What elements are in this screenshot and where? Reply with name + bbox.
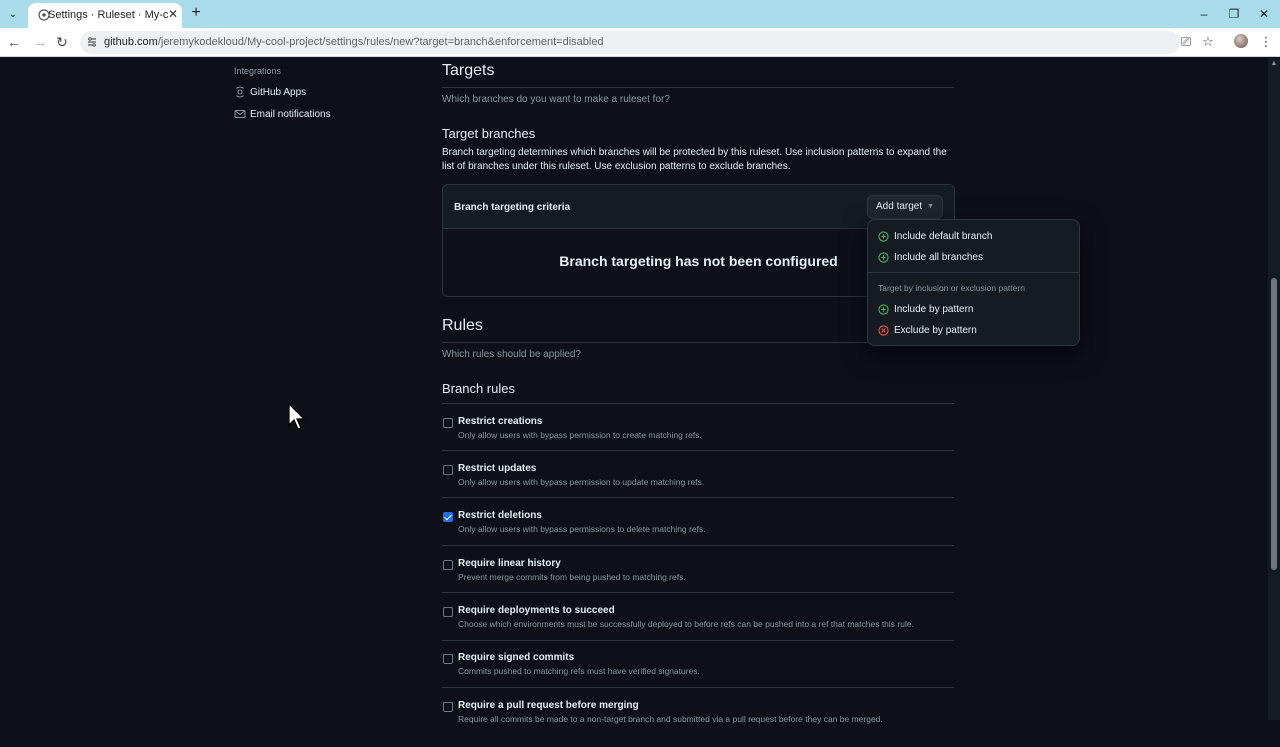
rule-restrict-updates: Restrict updates Only allow users with b…: [442, 463, 954, 510]
rule-checkbox[interactable]: [443, 654, 453, 664]
rule-checkbox[interactable]: [443, 418, 453, 428]
page-content: Integrations GitHub Apps Email notificat…: [0, 58, 1268, 724]
rule-description: Commits pushed to matching refs must hav…: [458, 666, 700, 676]
url-host: github.com: [104, 36, 158, 48]
page-scrollbar[interactable]: ▲: [1268, 58, 1280, 720]
tab-close-icon[interactable]: ✕: [166, 7, 180, 21]
add-target-label: Add target: [876, 201, 923, 212]
plus-circle-icon: [878, 303, 889, 315]
profile-avatar[interactable]: [1234, 34, 1248, 48]
targets-subtitle: Which branches do you want to make a rul…: [442, 94, 670, 105]
rule-restrict-creations: Restrict creations Only allow users with…: [442, 416, 954, 463]
sidebar-heading: Integrations: [234, 66, 282, 76]
browser-tab-active[interactable]: Settings · Ruleset · My-cool-pro ✕: [28, 3, 182, 28]
rule-require-linear-history: Require linear history Prevent merge com…: [442, 558, 954, 605]
minimize-icon[interactable]: –: [1196, 6, 1212, 22]
include-default-branch-item[interactable]: Include default branch: [878, 228, 992, 244]
rule-divider: [442, 545, 954, 546]
back-arrow-icon[interactable]: ←: [6, 34, 22, 50]
rule-checkbox[interactable]: [443, 465, 453, 475]
rule-checkbox-checked[interactable]: [443, 512, 453, 522]
add-target-button[interactable]: Add target ▼: [867, 195, 943, 219]
plus-circle-icon: [878, 251, 889, 263]
rule-checkbox[interactable]: [443, 702, 453, 712]
dropdown-item-label: Include default branch: [894, 230, 993, 242]
rule-description: Only allow users with bypass permission …: [458, 430, 702, 440]
exclude-by-pattern-item[interactable]: Exclude by pattern: [878, 322, 977, 338]
forward-arrow-icon[interactable]: →: [32, 34, 48, 50]
include-by-pattern-item[interactable]: Include by pattern: [878, 301, 974, 317]
dropdown-item-label: Include by pattern: [894, 303, 974, 315]
branch-targeting-criteria-label: Branch targeting criteria: [454, 202, 571, 213]
rule-checkbox[interactable]: [443, 560, 453, 570]
rule-require-pull-request: Require a pull request before merging Re…: [442, 700, 954, 747]
bookmark-star-icon[interactable]: ☆: [1200, 34, 1216, 50]
rule-title: Restrict creations: [458, 416, 543, 427]
browser-menu-icon[interactable]: ⋮: [1258, 34, 1274, 50]
branch-rules-heading: Branch rules: [442, 381, 515, 396]
rule-divider: [442, 450, 954, 451]
plus-circle-icon: [878, 230, 889, 242]
restore-icon[interactable]: ❐: [1226, 6, 1242, 22]
scroll-thumb[interactable]: [1271, 278, 1277, 570]
rule-divider: [442, 687, 954, 688]
browser-tab-bar: ⌄ Settings · Ruleset · My-cool-pro ✕ + –…: [0, 0, 1280, 28]
rule-title: Require a pull request before merging: [458, 700, 639, 711]
rule-title: Require linear history: [458, 558, 561, 569]
sidebar-item-label: GitHub Apps: [250, 86, 307, 98]
sidebar-item-email-notifications[interactable]: Email notifications: [234, 106, 331, 122]
rule-description: Choose which environments must be succes…: [458, 619, 914, 629]
rule-description: Only allow users with bypass permission …: [458, 477, 705, 487]
branch-rules-divider: [442, 403, 954, 404]
reload-icon[interactable]: ↻: [54, 34, 70, 50]
rule-title: Require signed commits: [458, 652, 575, 663]
close-window-icon[interactable]: ✕: [1256, 6, 1272, 22]
rule-title: Restrict deletions: [458, 510, 542, 521]
caret-down-icon: ▼: [927, 203, 934, 210]
scroll-up-arrow-icon[interactable]: ▲: [1270, 60, 1278, 68]
targets-divider: [442, 87, 954, 88]
apps-icon: [236, 86, 244, 98]
new-tab-plus-icon[interactable]: +: [188, 5, 204, 21]
browser-toolbar: ← → ↻ github.com/jeremykodekloud/My-cool…: [0, 28, 1280, 57]
mail-icon: [234, 110, 246, 118]
tab-title: Settings · Ruleset · My-cool-pro: [48, 9, 168, 21]
dropdown-item-label: Include all branches: [894, 251, 983, 263]
tab-search-chevron-icon[interactable]: ⌄: [4, 5, 22, 23]
x-circle-icon: [878, 324, 889, 336]
dropdown-item-label: Exclude by pattern: [894, 324, 977, 336]
address-bar[interactable]: github.com/jeremykodekloud/My-cool-proje…: [80, 31, 1180, 54]
rule-description: Prevent merge commits from being pushed …: [458, 572, 686, 582]
rule-title: Require deployments to succeed: [458, 605, 615, 616]
rule-checkbox[interactable]: [443, 607, 453, 617]
rule-title: Restrict updates: [458, 463, 537, 474]
site-info-icon[interactable]: [86, 36, 98, 48]
add-target-dropdown: Include default branch Include all branc…: [867, 219, 1080, 346]
target-branches-heading: Target branches: [442, 126, 536, 141]
targets-heading: Targets: [442, 62, 495, 79]
rules-heading: Rules: [442, 317, 483, 334]
sidebar-item-github-apps[interactable]: GitHub Apps: [234, 84, 306, 100]
rule-restrict-deletions: Restrict deletions Only allow users with…: [442, 510, 954, 557]
mouse-pointer-icon: [288, 403, 306, 430]
rule-description: Require all commits be made to a non-tar…: [458, 714, 883, 724]
rule-require-deployments: Require deployments to succeed Choose wh…: [442, 605, 954, 652]
dropdown-divider: [868, 272, 1079, 273]
url-path: /jeremykodekloud/My-cool-project/setting…: [157, 36, 604, 48]
include-all-branches-item[interactable]: Include all branches: [878, 249, 983, 265]
rule-require-signed-commits: Require signed commits Commits pushed to…: [442, 652, 954, 699]
rules-subtitle: Which rules should be applied?: [442, 349, 581, 360]
target-branches-description: Branch targeting determines which branch…: [442, 147, 947, 172]
rule-divider: [442, 592, 954, 593]
sidebar-item-label: Email notifications: [250, 108, 331, 120]
rule-description: Only allow users with bypass permissions…: [458, 524, 706, 534]
dropdown-group-label: Target by inclusion or exclusion pattern: [878, 283, 1025, 293]
rule-divider: [442, 497, 954, 498]
rule-divider: [442, 640, 954, 641]
url-text: github.com/jeremykodekloud/My-cool-proje…: [104, 36, 604, 48]
install-app-icon[interactable]: ⎚: [1178, 34, 1194, 50]
